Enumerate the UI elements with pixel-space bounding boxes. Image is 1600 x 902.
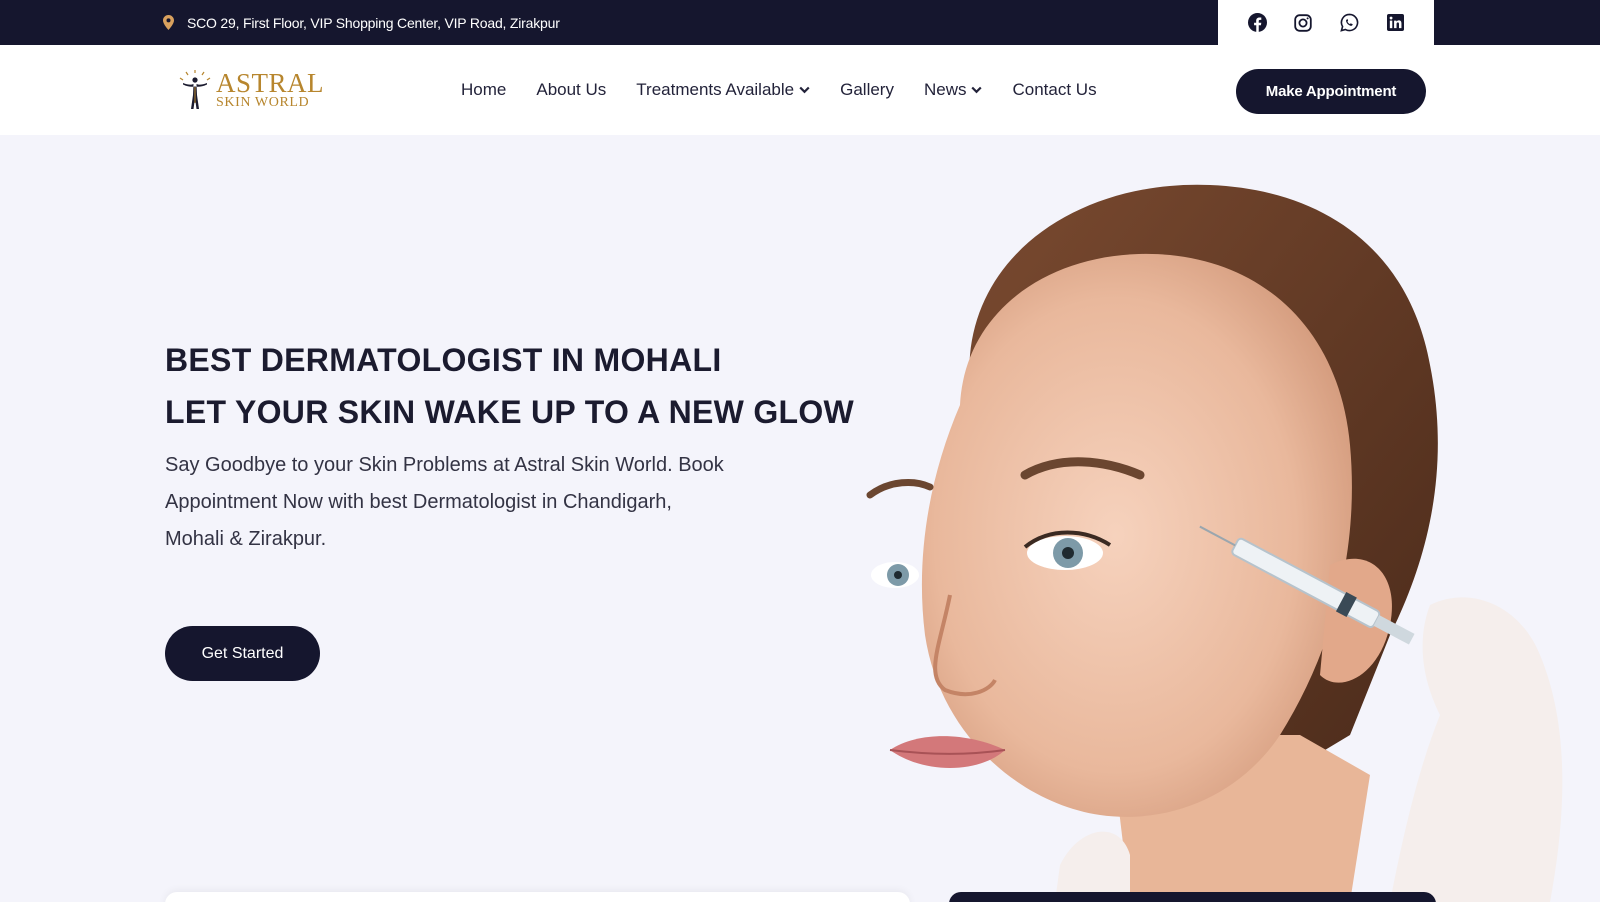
- nav-news-label: News: [923, 80, 967, 99]
- main-nav: Home About Us Treatments Available Galle…: [461, 45, 1127, 135]
- get-started-button[interactable]: Get Started: [165, 626, 320, 681]
- logo-subtitle: SKIN WORLD: [216, 95, 310, 110]
- info-card-left: [165, 892, 910, 902]
- nav-contact-us[interactable]: Contact Us: [1012, 80, 1096, 100]
- logo-figure-icon: [179, 70, 211, 109]
- nav-news[interactable]: News: [924, 80, 983, 100]
- hero-heading-line2: LET YOUR SKIN WAKE UP TO A NEW GLOW: [165, 394, 855, 430]
- nav-contact-us-label: Contact Us: [1012, 80, 1097, 99]
- chevron-down-icon: [799, 86, 810, 94]
- social-links: [1218, 0, 1434, 45]
- nav-home-label: Home: [461, 80, 507, 99]
- hero-woman-injection-image: [866, 184, 1563, 902]
- logo-title: ASTRAL: [216, 68, 325, 98]
- hero-description: Say Goodbye to your Skin Problems at Ast…: [165, 454, 724, 550]
- make-appointment-button[interactable]: Make Appointment: [1236, 69, 1426, 114]
- map-pin-icon: [163, 14, 177, 31]
- address-info: SCO 29, First Floor, VIP Shopping Center…: [163, 0, 560, 45]
- site-header: ASTRAL SKIN WORLD Home About Us Treatmen…: [0, 45, 1600, 135]
- nav-home[interactable]: Home: [461, 80, 506, 100]
- nav-gallery[interactable]: Gallery: [840, 80, 894, 100]
- nav-treatments-label: Treatments Available: [636, 80, 795, 99]
- nav-about-us[interactable]: About Us: [536, 80, 606, 100]
- linkedin-icon[interactable]: [1385, 13, 1405, 33]
- nav-treatments-available[interactable]: Treatments Available: [636, 80, 810, 100]
- info-card-right: [949, 892, 1436, 902]
- whatsapp-icon[interactable]: [1339, 13, 1359, 33]
- chevron-down-icon: [971, 86, 983, 94]
- site-logo[interactable]: ASTRAL SKIN WORLD: [178, 69, 324, 111]
- address-text: SCO 29, First Floor, VIP Shopping Center…: [187, 14, 560, 31]
- facebook-icon[interactable]: [1247, 13, 1267, 33]
- instagram-icon[interactable]: [1293, 13, 1313, 33]
- hero-section: BEST DERMATOLOGIST IN MOHALI LET YOUR SK…: [0, 135, 1600, 902]
- nav-gallery-label: Gallery: [840, 80, 894, 99]
- hero-heading-line1: BEST DERMATOLOGIST IN MOHALI: [165, 342, 722, 378]
- top-bar: SCO 29, First Floor, VIP Shopping Center…: [0, 0, 1600, 45]
- nav-about-us-label: About Us: [536, 80, 607, 99]
